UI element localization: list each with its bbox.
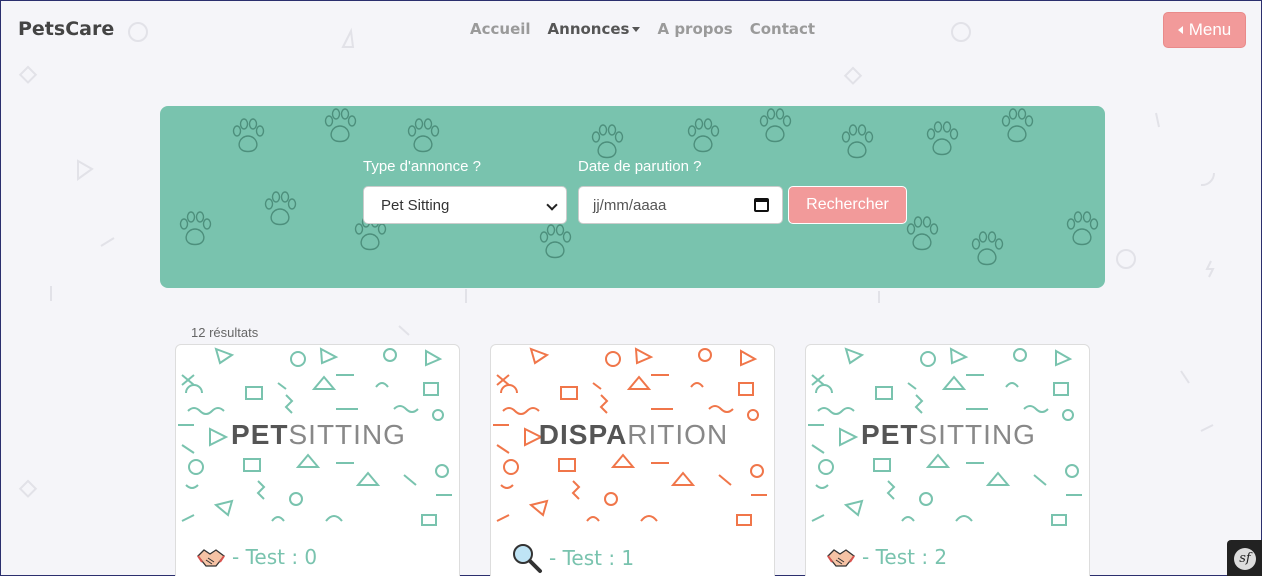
card-title[interactable]: - Test : 2 — [862, 545, 947, 569]
card-image: PETSITTING — [806, 345, 1089, 528]
date-input[interactable]: jj/mm/aaaa — [578, 186, 783, 224]
search-button[interactable]: Rechercher — [788, 186, 907, 224]
top-navbar: PetsCare Accueil Annonces A propos Conta… — [1, 1, 1261, 59]
card-title[interactable]: - Test : 1 — [549, 546, 634, 570]
date-label: Date de parution ? — [578, 158, 702, 175]
nav-link-contact[interactable]: Contact — [750, 20, 815, 38]
nav-link-accueil[interactable]: Accueil — [470, 20, 531, 38]
nav-link-annonces-label: Annonces — [547, 20, 630, 38]
annonce-card-0[interactable]: PETSITTING - Test : 0 — [175, 344, 460, 576]
card-banner-text: PETSITTING — [231, 419, 406, 450]
card-banner-text: DISPARITION — [538, 419, 729, 450]
chevron-down-icon — [546, 199, 558, 211]
card-banner-text: PETSITTING — [861, 419, 1036, 450]
nav-link-annonces[interactable]: Annonces — [548, 20, 641, 38]
caret-down-icon — [632, 27, 641, 32]
magnifier-icon — [513, 544, 542, 573]
handshake-icon — [827, 549, 855, 567]
nav-link-apropos[interactable]: A propos — [657, 20, 732, 38]
date-input-placeholder: jj/mm/aaaa — [593, 196, 667, 214]
results-count: 12 résultats — [191, 325, 259, 340]
card-title[interactable]: - Test : 0 — [232, 545, 317, 569]
type-label: Type d'annonce ? — [363, 158, 481, 175]
caret-left-icon — [1177, 26, 1183, 34]
menu-button-label: Menu — [1188, 20, 1232, 39]
search-panel: Type d'annonce ? Date de parution ? Pet … — [160, 106, 1105, 288]
handshake-icon — [197, 549, 225, 567]
calendar-icon[interactable] — [754, 198, 769, 212]
card-image: DISPARITION — [491, 345, 774, 528]
symfony-logo-icon: sf — [1234, 547, 1256, 570]
annonce-card-1[interactable]: DISPARITION - Test : 1 — [490, 344, 775, 576]
symfony-toolbar-toggle[interactable]: sf — [1227, 540, 1262, 576]
card-footer: - Test : 0 — [196, 542, 317, 572]
nav-links: Accueil Annonces A propos Contact — [470, 20, 815, 38]
annonce-card-2[interactable]: PETSITTING - Test : 2 — [805, 344, 1090, 576]
menu-button[interactable]: Menu — [1163, 12, 1246, 48]
card-footer: - Test : 2 — [826, 542, 947, 572]
brand-logo[interactable]: PetsCare — [18, 18, 114, 40]
card-footer: - Test : 1 — [511, 542, 634, 574]
type-select-value: Pet Sitting — [381, 196, 450, 214]
type-select[interactable]: Pet Sitting — [363, 186, 567, 224]
card-image: PETSITTING — [176, 345, 459, 528]
